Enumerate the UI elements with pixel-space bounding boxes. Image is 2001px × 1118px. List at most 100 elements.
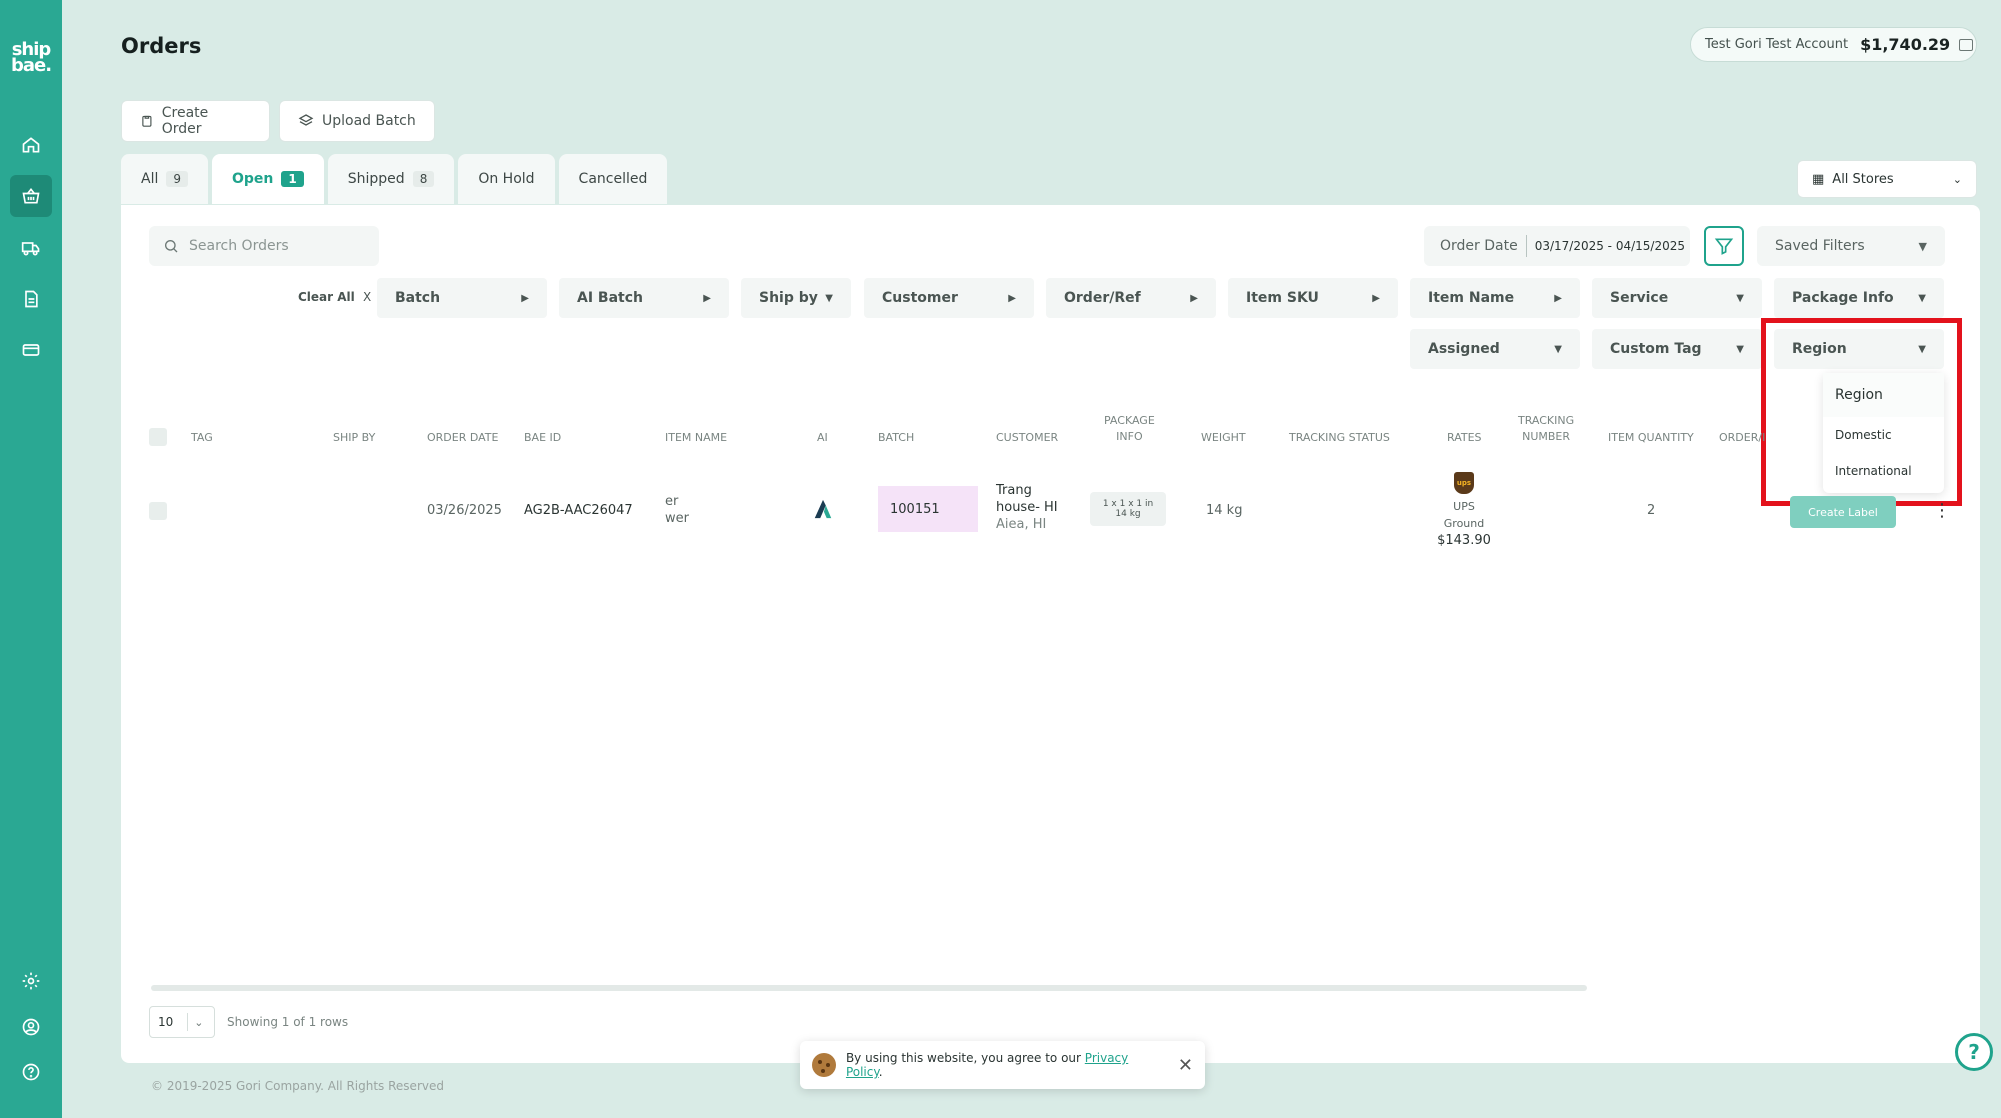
item-name-line: er: [665, 494, 679, 509]
row-checkbox[interactable]: [149, 502, 167, 520]
column-header-tracking-number[interactable]: TRACKING NUMBER: [1518, 413, 1574, 445]
item-name-cell: er wer: [665, 494, 689, 526]
rates-cell: UPS Ground $143.90: [1434, 498, 1494, 549]
page-size-value: 10: [158, 1015, 174, 1029]
search-icon: [165, 240, 178, 253]
tab-shipped[interactable]: Shipped 8: [327, 154, 455, 204]
filter-batch[interactable]: Batch ▶: [377, 278, 547, 318]
upload-batch-button[interactable]: Upload Batch: [279, 100, 435, 142]
card-icon: [22, 344, 40, 356]
bae-id-cell[interactable]: AG2B-AAC26047: [524, 503, 633, 518]
filter-label: Ship by: [759, 290, 818, 306]
filter-custom-tag[interactable]: Custom Tag ▼: [1592, 329, 1762, 369]
sidebar-item-profile[interactable]: [10, 1006, 52, 1048]
horizontal-scrollbar[interactable]: [151, 985, 1587, 991]
column-header-weight[interactable]: WEIGHT: [1201, 430, 1246, 446]
filter-toggle-button[interactable]: [1704, 226, 1744, 266]
create-order-button[interactable]: Create Order: [121, 100, 270, 142]
order-date-range: 03/17/2025 - 04/15/2025: [1534, 239, 1685, 253]
tab-count-badge: 9: [166, 171, 188, 187]
package-weight: 14 kg: [1115, 509, 1141, 519]
shipbae-logo[interactable]: ship bae.: [8, 41, 54, 75]
basket-icon: [22, 187, 40, 204]
filter-label: Order/Ref: [1064, 290, 1141, 306]
filter-label: Package Info: [1792, 290, 1894, 306]
item-name-line: wer: [665, 511, 689, 526]
service-name: Ground: [1443, 517, 1485, 530]
sidebar-item-orders[interactable]: [10, 175, 52, 217]
column-header-tag[interactable]: TAG: [191, 430, 213, 446]
tab-count-badge: 8: [412, 171, 435, 187]
tab-cancelled[interactable]: Cancelled: [558, 154, 668, 204]
tab-on-hold[interactable]: On Hold: [458, 154, 555, 204]
column-header-order-ref[interactable]: ORDER/I: [1719, 430, 1765, 446]
column-header-tracking-status[interactable]: TRACKING STATUS: [1289, 430, 1390, 446]
sidebar-item-home[interactable]: [10, 124, 52, 166]
order-date-label: Order Date: [1440, 238, 1518, 254]
help-button[interactable]: ?: [1955, 1033, 1993, 1071]
tab-open[interactable]: Open 1: [212, 154, 324, 204]
layers-icon: [298, 114, 314, 126]
sidebar-item-shipments[interactable]: [10, 227, 52, 269]
filter-customer[interactable]: Customer ▶: [864, 278, 1034, 318]
filter-assigned[interactable]: Assigned ▼: [1410, 329, 1580, 369]
page-size-select[interactable]: 10 ⌄: [149, 1006, 215, 1038]
filter-service[interactable]: Service ▼: [1592, 278, 1762, 318]
header-line: NUMBER: [1522, 430, 1571, 443]
funnel-icon: [1714, 238, 1734, 255]
column-header-ship-by[interactable]: SHIP BY: [333, 430, 375, 446]
create-label-button[interactable]: Create Label: [1790, 496, 1896, 528]
caret-right-icon: ▶: [1190, 292, 1198, 304]
column-header-batch[interactable]: BATCH: [878, 430, 914, 446]
column-header-customer[interactable]: CUSTOMER: [996, 430, 1058, 446]
filter-label: AI Batch: [577, 290, 643, 306]
wallet-icon: [1959, 38, 1974, 51]
caret-down-icon: ▼: [1918, 239, 1927, 253]
order-status-tabs: All 9 Open 1 Shipped 8 On Hold Cancelled: [121, 154, 668, 206]
select-all-checkbox[interactable]: [149, 428, 167, 446]
order-date-filter[interactable]: Order Date 03/17/2025 - 04/15/2025: [1424, 226, 1690, 266]
caret-down-icon: ▼: [1554, 343, 1562, 355]
store-select[interactable]: ▦ All Stores ⌄: [1797, 160, 1977, 198]
truck-icon: [21, 242, 40, 256]
column-header-ai[interactable]: AI: [817, 430, 828, 446]
sidebar-item-billing[interactable]: [10, 329, 52, 371]
saved-filters-select[interactable]: Saved Filters ▼: [1757, 226, 1945, 266]
more-options-icon[interactable]: ⋮: [1933, 500, 1951, 521]
column-header-item-quantity[interactable]: ITEM QUANTITY: [1608, 430, 1694, 446]
column-header-bae-id[interactable]: BAE ID: [524, 430, 561, 446]
close-icon[interactable]: ✕: [1178, 1055, 1193, 1076]
rate-amount: $143.90: [1437, 533, 1491, 548]
clear-all-filters-button[interactable]: Clear All X: [298, 290, 371, 304]
order-date-cell: 03/26/2025: [427, 503, 502, 518]
caret-down-icon: ▼: [825, 292, 833, 304]
filter-ai-batch[interactable]: AI Batch ▶: [559, 278, 729, 318]
sidebar-item-settings[interactable]: [10, 960, 52, 1002]
column-header-package-info[interactable]: PACKAGE INFO: [1104, 413, 1155, 445]
column-header-item-name[interactable]: ITEM NAME: [665, 430, 727, 446]
filter-order-ref[interactable]: Order/Ref ▶: [1046, 278, 1216, 318]
filter-package-info[interactable]: Package Info ▼: [1774, 278, 1944, 318]
sidebar-item-documents[interactable]: [10, 278, 52, 320]
store-select-value: All Stores: [1832, 171, 1894, 187]
package-info-cell: 1 x 1 x 1 in 14 kg: [1090, 492, 1166, 526]
batch-cell[interactable]: 100151: [878, 486, 978, 532]
column-header-rates[interactable]: RATES: [1447, 430, 1482, 446]
account-balance-pill[interactable]: Test Gori Test Account $1,740.29: [1690, 27, 1977, 62]
caret-down-icon: ▼: [1918, 292, 1926, 304]
filter-label: Item SKU: [1246, 290, 1319, 306]
filter-item-name[interactable]: Item Name ▶: [1410, 278, 1580, 318]
sidebar-item-help[interactable]: [10, 1051, 52, 1093]
tab-label: All: [141, 171, 159, 187]
column-header-order-date[interactable]: ORDER DATE: [427, 430, 498, 446]
search-input[interactable]: Search Orders: [149, 226, 379, 266]
caret-right-icon: ▶: [703, 292, 711, 304]
copyright-footer: © 2019-2025 Gori Company. All Rights Res…: [151, 1079, 444, 1093]
store-icon: ▦: [1812, 171, 1825, 187]
filter-label: Item Name: [1428, 290, 1515, 306]
filter-item-sku[interactable]: Item SKU ▶: [1228, 278, 1398, 318]
weight-cell: 14 kg: [1206, 503, 1243, 518]
filter-ship-by[interactable]: Ship by ▼: [741, 278, 851, 318]
help-circle-icon: [22, 1063, 40, 1081]
tab-all[interactable]: All 9: [121, 154, 208, 204]
